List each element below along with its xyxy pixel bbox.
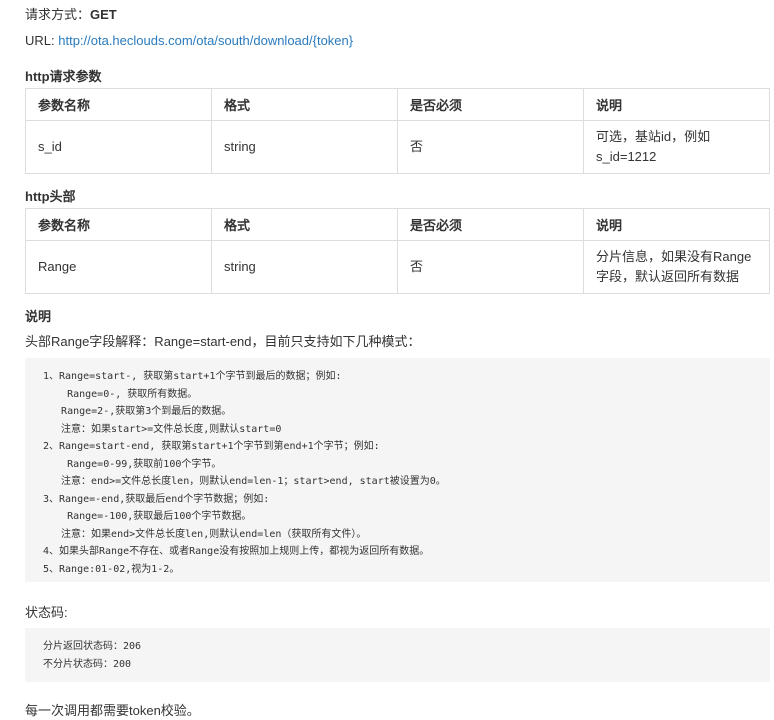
note-heading: 说明 bbox=[25, 309, 52, 324]
cell: string bbox=[211, 120, 398, 174]
request-url: URL: http://ota.heclouds.com/ota/south/d… bbox=[25, 33, 353, 48]
cell: 否 bbox=[397, 240, 584, 294]
col-header: 是否必须 bbox=[397, 208, 584, 241]
table-row: Range string 否 分片信息，如果没有Range字段，默认返回所有数据 bbox=[25, 240, 770, 294]
method-value: GET bbox=[90, 7, 117, 22]
request-method: 请求方式：GET bbox=[25, 4, 117, 23]
col-header: 参数名称 bbox=[25, 88, 212, 121]
params-heading: http请求参数 bbox=[25, 69, 102, 84]
status-code-block: 分片返回状态码：206 不分片状态码：200 bbox=[25, 628, 770, 682]
cell: 分片信息，如果没有Range字段，默认返回所有数据 bbox=[583, 240, 770, 294]
method-label: 请求方式： bbox=[25, 7, 91, 22]
col-header: 格式 bbox=[211, 88, 398, 121]
cell: string bbox=[211, 240, 398, 294]
col-header: 说明 bbox=[583, 208, 770, 241]
url-label: URL: bbox=[25, 33, 59, 48]
params-table: 参数名称 格式 是否必须 说明 s_id string 否 可选，基站id，例如… bbox=[25, 88, 770, 174]
status-heading: 状态码: bbox=[25, 605, 68, 620]
cell: s_id bbox=[25, 120, 212, 174]
col-header: 说明 bbox=[583, 88, 770, 121]
cell: 可选，基站id，例如s_id=1212 bbox=[583, 120, 770, 174]
footer-note: 每一次调用都需要token校验。 bbox=[25, 703, 200, 718]
cell: 否 bbox=[397, 120, 584, 174]
url-link[interactable]: http://ota.heclouds.com/ota/south/downlo… bbox=[58, 33, 353, 48]
headers-table: 参数名称 格式 是否必须 说明 Range string 否 分片信息，如果没有… bbox=[25, 208, 770, 294]
col-header: 参数名称 bbox=[25, 208, 212, 241]
col-header: 格式 bbox=[211, 208, 398, 241]
headers-heading: http头部 bbox=[25, 189, 76, 204]
range-code-block: 1、Range=start-, 获取第start+1个字节到最后的数据；例如: … bbox=[25, 358, 770, 582]
table-header: 参数名称 格式 是否必须 说明 bbox=[25, 208, 770, 241]
table-header: 参数名称 格式 是否必须 说明 bbox=[25, 88, 770, 121]
note-text: 头部Range字段解释：Range=start-end，目前只支持如下几种模式： bbox=[25, 334, 421, 349]
table-row: s_id string 否 可选，基站id，例如s_id=1212 bbox=[25, 120, 770, 174]
col-header: 是否必须 bbox=[397, 88, 584, 121]
cell: Range bbox=[25, 240, 212, 294]
